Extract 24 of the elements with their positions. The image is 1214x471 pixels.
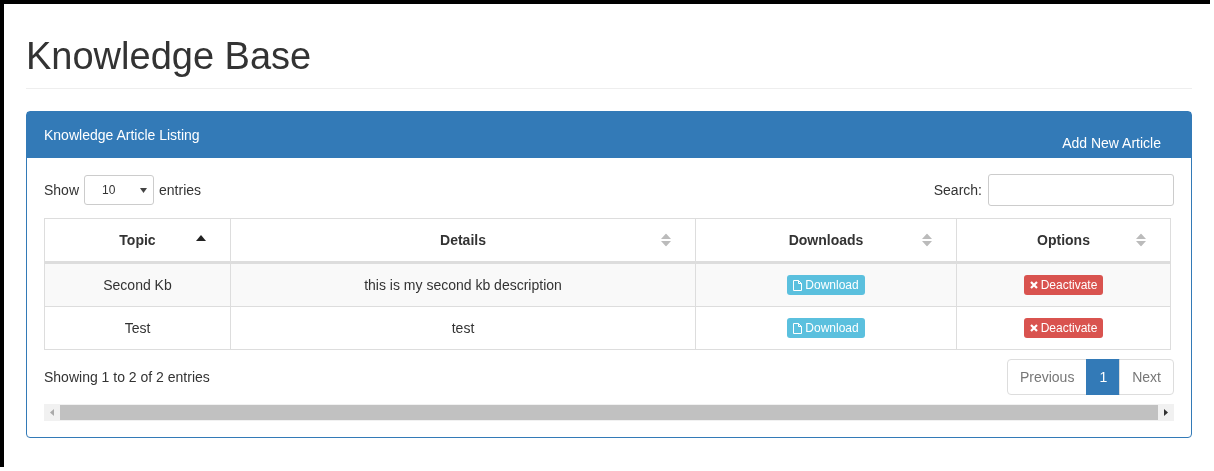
table-cell: this is my second kb description [230, 262, 696, 307]
horizontal-scrollbar[interactable] [44, 404, 1174, 421]
entries-info: Showing 1 to 2 of 2 entries [44, 369, 210, 385]
close-icon [1029, 281, 1038, 289]
file-icon [793, 322, 803, 334]
page-link[interactable]: 1 [1086, 359, 1121, 395]
deactivate-button[interactable]: Deactivate [1023, 275, 1104, 295]
close-icon [1029, 324, 1038, 332]
page-title: Knowledge Base [26, 34, 313, 78]
scroll-left-icon [50, 409, 54, 416]
file-icon [793, 279, 803, 291]
search-field[interactable] [988, 174, 1174, 206]
entries-select[interactable]: 10 [84, 175, 155, 205]
search-label: Search: [933, 182, 982, 198]
panel-title: Knowledge Article Listing [44, 127, 200, 145]
entries-label: entries [159, 182, 202, 198]
table-cell: test [230, 306, 696, 350]
deactivate-button[interactable]: Deactivate [1023, 318, 1104, 338]
add-article-link[interactable]: Add New Article [1062, 135, 1161, 158]
show-label: Show [44, 182, 80, 198]
caret-icon [140, 187, 148, 193]
table-cell: Test [44, 306, 231, 350]
table-cell: Second Kb [44, 262, 231, 307]
scroll-right-icon [1164, 409, 1168, 416]
